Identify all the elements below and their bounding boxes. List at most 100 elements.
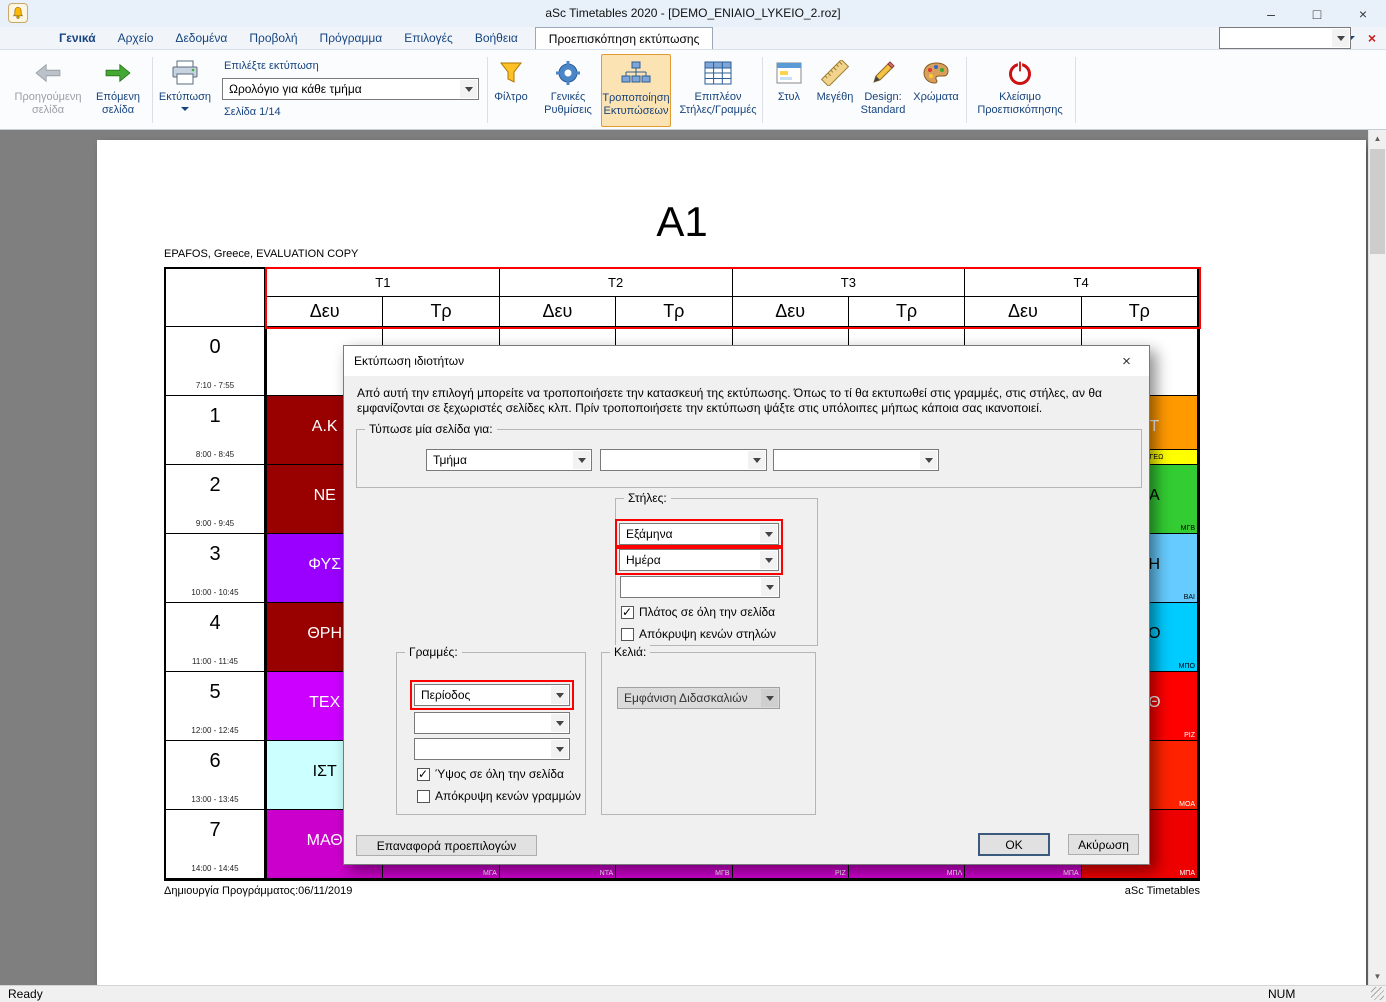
- period-time: 11:00 - 11:45: [192, 657, 238, 666]
- sizes-button[interactable]: Μεγέθη: [812, 58, 858, 104]
- tab-print-preview[interactable]: Προεπισκόπηση εκτύπωσης: [535, 27, 714, 49]
- minimize-button[interactable]: –: [1248, 0, 1294, 27]
- print-button[interactable]: Εκτύπωση: [154, 58, 216, 111]
- chevron-down-icon[interactable]: [551, 740, 568, 758]
- period-number: 0: [209, 336, 220, 359]
- lesson-teacher-code: ΒΑΙ: [1184, 594, 1195, 601]
- page-for-combobox-3[interactable]: [773, 449, 939, 471]
- columns-combobox-2[interactable]: Ημέρα: [619, 549, 779, 571]
- close-preview-button[interactable]: Κλείσιμο Προεπισκόπησης: [970, 58, 1070, 117]
- chevron-down-icon[interactable]: [920, 451, 937, 469]
- cancel-button[interactable]: Ακύρωση: [1068, 834, 1139, 855]
- lesson-subject: ΘΡΗ: [307, 625, 342, 643]
- design-button[interactable]: Design: Standard: [856, 58, 910, 117]
- menu-close-icon[interactable]: ×: [1364, 30, 1380, 46]
- columns-combobox-2-value: Ημέρα: [626, 553, 661, 567]
- general-settings-button[interactable]: Γενικές Ρυθμίσεις: [538, 58, 598, 117]
- evaluation-watermark: EPAFOS, Greece, EVALUATION COPY: [164, 248, 358, 260]
- full-height-checkbox[interactable]: Ύψος σε όλη την σελίδα: [417, 767, 564, 781]
- search-input[interactable]: [1219, 27, 1351, 49]
- scrollbar-thumb[interactable]: [1370, 149, 1385, 254]
- style-window-icon: [766, 58, 812, 88]
- print-selection-value: Ωρολόγιο για κάθε τμήμα: [229, 82, 362, 96]
- menu-item-archeio[interactable]: Αρχείο: [107, 27, 165, 49]
- menu-item-provoli[interactable]: Προβολή: [238, 27, 308, 49]
- scroll-down-icon[interactable]: ▼: [1369, 968, 1386, 985]
- lesson-teacher-code: ΝΤΑ: [600, 870, 613, 877]
- period-number: 2: [209, 474, 220, 497]
- page-for-combobox-1[interactable]: Τμήμα: [426, 449, 592, 471]
- hide-empty-columns-checkbox[interactable]: Απόκρυψη κενών στηλών: [621, 627, 776, 641]
- chevron-down-icon[interactable]: [551, 714, 568, 732]
- modify-prints-button[interactable]: Τροποποίηση Εκτυπώσεων: [601, 54, 671, 127]
- next-page-button[interactable]: Επόμενη σελίδα: [88, 58, 148, 117]
- full-width-checkbox[interactable]: Πλάτος σε όλη την σελίδα: [621, 605, 775, 619]
- hide-empty-columns-checkbox-label: Απόκρυψη κενών στηλών: [639, 627, 776, 641]
- toolbar-separator: [966, 57, 967, 123]
- titlebar: aSc Timetables 2020 - [DEMO_ENIAIO_LYKEI…: [0, 0, 1386, 27]
- colors-button[interactable]: Χρώματα: [910, 58, 962, 104]
- printer-icon: [154, 58, 216, 88]
- chevron-down-icon[interactable]: [551, 686, 568, 704]
- ok-button[interactable]: OK: [978, 833, 1050, 856]
- menu-item-voithia[interactable]: Βοήθεια: [464, 27, 529, 49]
- period-time: 10:00 - 10:45: [191, 588, 238, 597]
- menu-item-programma[interactable]: Πρόγραμμα: [309, 27, 394, 49]
- previous-page-button[interactable]: Προηγούμενη σελίδα: [6, 58, 90, 117]
- lesson-subject: ΙΣΤ: [313, 763, 337, 781]
- maximize-button[interactable]: □: [1294, 0, 1340, 27]
- colors-label: Χρώματα: [910, 91, 962, 104]
- columns-combobox-1-value: Εξάμηνα: [626, 527, 673, 541]
- lesson-teacher-code: ΜΓΒ: [1181, 525, 1195, 532]
- columns-combobox-2-highlight: Ημέρα: [615, 545, 783, 575]
- vertical-scrollbar[interactable]: ▲ ▼: [1368, 130, 1386, 985]
- chevron-down-icon[interactable]: [460, 80, 477, 98]
- rows-combobox-1[interactable]: Περίοδος: [414, 684, 570, 706]
- close-button[interactable]: ×: [1340, 0, 1386, 27]
- toolbar-separator: [762, 57, 763, 123]
- menu-item-dedomena[interactable]: Δεδομένα: [164, 27, 238, 49]
- rows-combobox-3[interactable]: [414, 738, 570, 760]
- chevron-down-icon[interactable]: [760, 551, 777, 569]
- chevron-down-icon[interactable]: [760, 525, 777, 543]
- columns-group-label: Στήλες:: [624, 491, 671, 505]
- general-settings-label: Γενικές Ρυθμίσεις: [538, 91, 598, 117]
- menu-item-epiloges[interactable]: Επιλογές: [393, 27, 464, 49]
- page-indicator: Σελίδα 1/14: [224, 106, 281, 118]
- extra-columns-rows-button[interactable]: Επιπλέον Στήλες/Γραμμές: [678, 58, 758, 117]
- timetable-row-header: 512:00 - 12:45: [166, 672, 267, 741]
- toolbar-separator: [1075, 57, 1076, 123]
- dialog-title: Εκτύπωση ιδιοτήτων: [354, 354, 464, 368]
- chevron-down-icon[interactable]: [1332, 29, 1349, 47]
- chevron-down-icon[interactable]: [748, 451, 765, 469]
- funnel-icon: [488, 58, 534, 88]
- scroll-up-icon[interactable]: ▲: [1369, 130, 1386, 147]
- filter-button[interactable]: Φίλτρο: [488, 58, 534, 104]
- timetable-row-header: 18:00 - 8:45: [166, 396, 267, 465]
- page-for-combobox-2[interactable]: [600, 449, 767, 471]
- footer-brand: aSc Timetables: [164, 885, 1200, 897]
- dialog-close-button[interactable]: ×: [1104, 346, 1149, 376]
- style-label: Στυλ: [766, 91, 812, 104]
- print-selection-combobox[interactable]: Ωρολόγιο για κάθε τμήμα: [222, 78, 479, 100]
- reset-defaults-button[interactable]: Επαναφορά προεπιλογών: [356, 835, 537, 856]
- columns-combobox-3[interactable]: [620, 576, 780, 598]
- cells-combobox[interactable]: Εμφάνιση Διδασκαλιών: [617, 687, 780, 709]
- checkbox-checked-icon: [621, 606, 634, 619]
- timetable-row-header: 714:00 - 14:45: [166, 810, 267, 879]
- timetable-day-header: Δευ: [500, 297, 616, 327]
- lesson-teacher-code: ΜΟΑ: [1179, 801, 1195, 808]
- rows-combobox-2[interactable]: [414, 712, 570, 734]
- columns-combobox-1[interactable]: Εξάμηνα: [619, 523, 779, 545]
- hide-empty-rows-checkbox[interactable]: Απόκρυψη κενών γραμμών: [417, 789, 581, 803]
- chevron-down-icon[interactable]: [761, 578, 778, 596]
- lesson-teacher-code: ΜΠΟ: [1179, 663, 1195, 670]
- lesson-subject: Α: [1149, 487, 1160, 505]
- resize-grip-icon[interactable]: [1371, 987, 1384, 1000]
- menu-item-genika[interactable]: Γενικά: [48, 27, 107, 49]
- timetable-day-header: Τρ: [616, 297, 732, 327]
- period-number: 5: [209, 681, 220, 704]
- style-button[interactable]: Στυλ: [766, 58, 812, 104]
- timetable-row-header: 310:00 - 10:45: [166, 534, 267, 603]
- chevron-down-icon[interactable]: [573, 451, 590, 469]
